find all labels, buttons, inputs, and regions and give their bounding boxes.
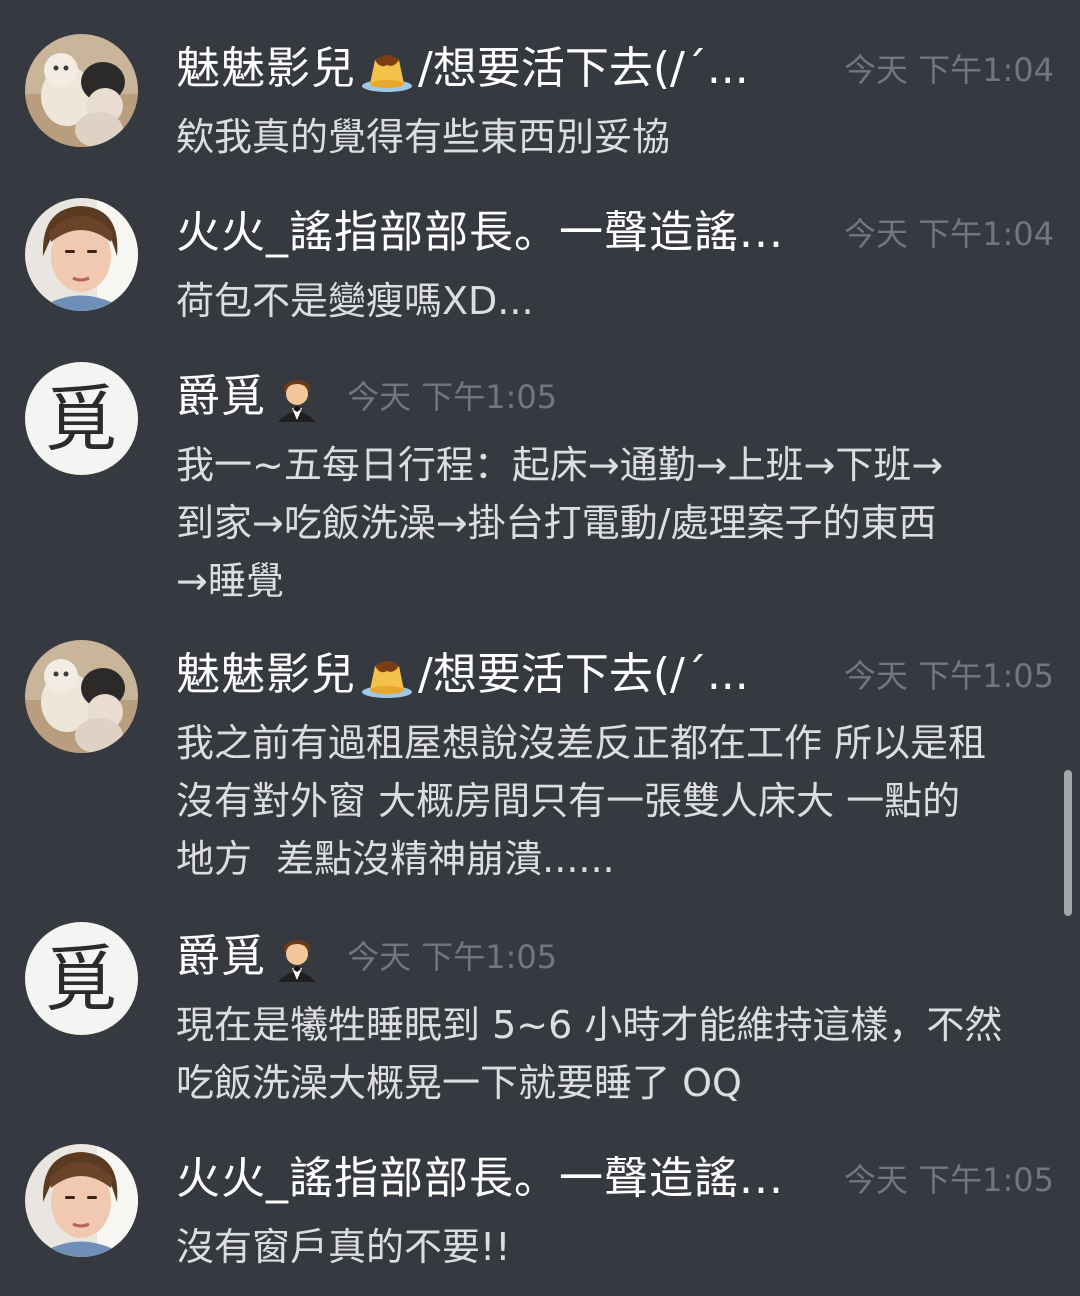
- avatar-glyph: 覓: [45, 377, 117, 461]
- calligraphy-avatar[interactable]: 覓: [25, 922, 138, 1035]
- calligraphy-avatar[interactable]: 覓: [25, 362, 138, 475]
- username[interactable]: 爵覓: [176, 922, 266, 992]
- message-text: 荷包不是變瘦嗎XD...: [176, 279, 534, 323]
- man-in-tuxedo-icon: [270, 372, 324, 422]
- username[interactable]: 魅魅影兒: [176, 34, 356, 104]
- timestamp: 今天 下午1:05: [843, 1161, 1054, 1199]
- message-text: 現在是犧牲睡眠到 5~6 小時才能維持這樣，不然 吃飯洗澡大概晃一下就要睡了 O…: [176, 1003, 1003, 1105]
- username[interactable]: 魅魅影兒: [176, 640, 356, 710]
- timestamp: 今天 下午1:04: [843, 215, 1054, 253]
- pudding-icon: [360, 44, 414, 94]
- message-text: 我之前有過租屋想說沒差反正都在工作 所以是租 沒有對外窗 大概房間只有一張雙人床…: [176, 721, 987, 881]
- message-header: 爵覓 今天 下午1:05: [176, 922, 1056, 992]
- avatar-glyph: 覓: [45, 937, 117, 1021]
- timestamp: 今天 下午1:04: [843, 51, 1054, 89]
- scrollbar[interactable]: [1064, 770, 1072, 916]
- timestamp: 今天 下午1:05: [843, 657, 1054, 695]
- timestamp: 今天 下午1:05: [347, 938, 558, 976]
- message-header: 爵覓 今天 下午1:05: [176, 362, 1056, 432]
- cats-avatar[interactable]: [25, 34, 138, 147]
- pudding-icon: [360, 650, 414, 700]
- woman-avatar[interactable]: [25, 198, 138, 311]
- message-text: 欸我真的覺得有些東西別妥協: [176, 115, 671, 159]
- message-text: 我一~五每日行程：起床→通勤→上班→下班→ 到家→吃飯洗澡→掛台打電動/處理案子…: [176, 443, 944, 603]
- username[interactable]: 火火_謠指部部長。一聲造謠...: [176, 1144, 784, 1214]
- timestamp: 今天 下午1:05: [347, 378, 558, 416]
- username[interactable]: 爵覓: [176, 362, 266, 432]
- username-suffix[interactable]: /想要活下去(/´...: [418, 34, 749, 104]
- man-in-tuxedo-icon: [270, 932, 324, 982]
- username-suffix[interactable]: /想要活下去(/´...: [418, 640, 749, 710]
- username[interactable]: 火火_謠指部部長。一聲造謠...: [176, 198, 784, 268]
- cats-avatar[interactable]: [25, 640, 138, 753]
- message-text: 沒有窗戶真的不要!!: [176, 1225, 511, 1269]
- woman-avatar[interactable]: [25, 1144, 138, 1257]
